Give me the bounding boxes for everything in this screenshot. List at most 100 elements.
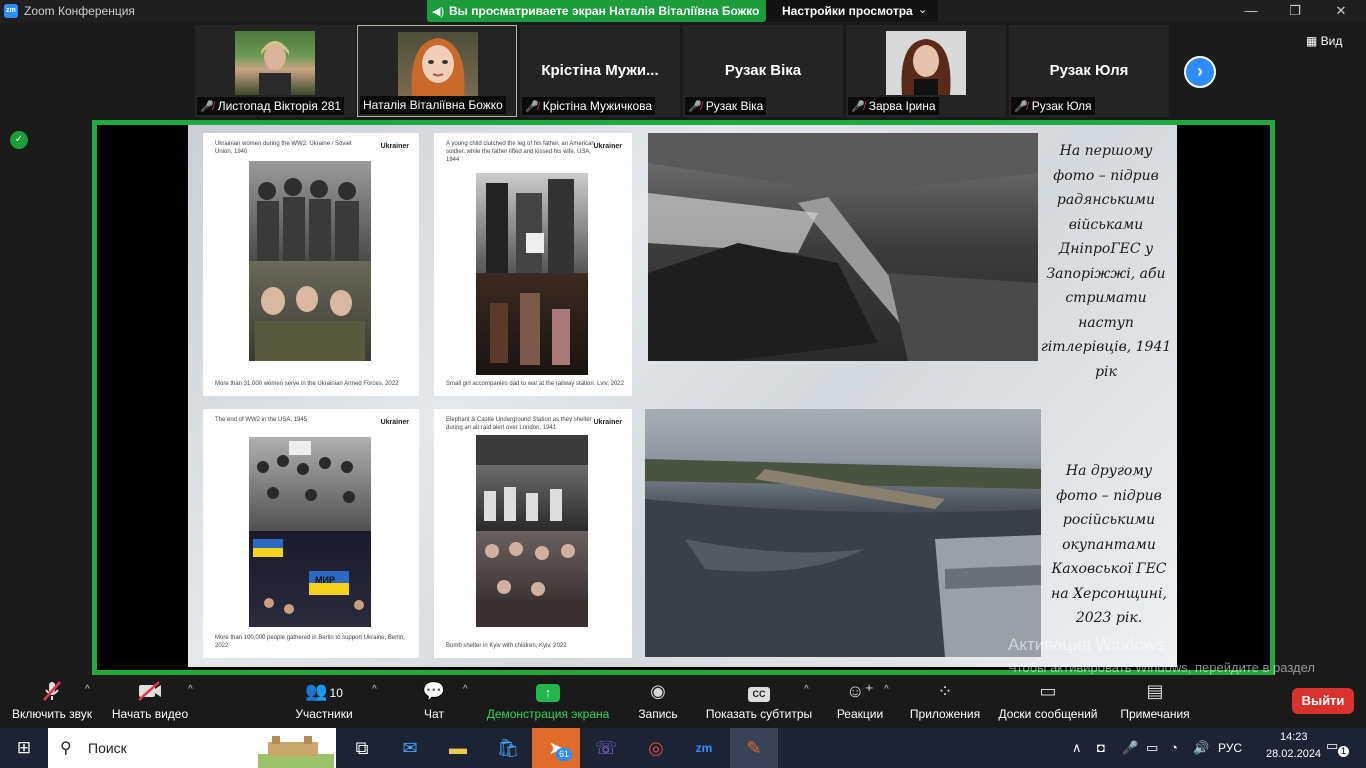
minimize-button[interactable]: — <box>1228 0 1274 23</box>
reactions-button[interactable]: ☺⁺ Реакции <box>834 680 886 721</box>
mic-muted-icon: 🎤̸ <box>200 101 214 113</box>
clock-date[interactable]: 28.02.2024 <box>1266 748 1321 760</box>
telegram-badge: 61 <box>556 748 573 761</box>
participants-button[interactable]: 👥 10 Участники <box>290 680 358 721</box>
card-brand: Ukrainer <box>380 143 409 150</box>
participant-tile[interactable]: 🎤̸ Листопад Вікторія 281 <box>195 25 355 117</box>
apps-grid-icon: ⁘ <box>937 681 953 701</box>
participant-video <box>886 31 966 95</box>
audio-options-caret-icon[interactable]: ^ <box>85 684 90 695</box>
chat-caret-icon[interactable]: ^ <box>463 684 468 695</box>
card-caption: Ukrainian women during the WW2, Ukraine … <box>215 141 352 155</box>
participant-display-name: Крістіна Мужи... <box>541 62 659 79</box>
captions-caret-icon[interactable]: ^ <box>804 684 809 695</box>
view-button[interactable]: ▦ Вид <box>1306 34 1342 48</box>
participants-caret-icon[interactable]: ^ <box>372 684 377 695</box>
whiteboards-button[interactable]: ▭ Доски сообщений <box>994 680 1102 721</box>
participant-nametag: 🎤̸ Рузак Юля <box>1011 97 1095 115</box>
restore-button[interactable]: ❐ <box>1272 0 1318 23</box>
wifi-icon[interactable]: ◔ <box>1170 740 1178 755</box>
dnipro-dam-photo-1941 <box>648 133 1038 361</box>
mic-muted-icon: 🎤̸ <box>525 101 539 113</box>
grid-icon: ▦ <box>1306 34 1321 48</box>
poster-text: МИР <box>315 575 335 585</box>
language-indicator[interactable]: РУС <box>1218 741 1242 755</box>
historic-photo <box>476 173 588 273</box>
presentation-slide: Ukrainian women during the WW2, Ukraine … <box>188 125 1177 667</box>
active-app-icon[interactable]: ✎ <box>730 728 778 768</box>
participants-icon: 👥 10 <box>305 681 343 701</box>
next-page-arrow-icon[interactable]: › <box>1184 56 1216 88</box>
card-caption: Elephant & Castle Underground Station as… <box>446 417 592 431</box>
unmute-button[interactable]: Включить звук <box>8 680 96 721</box>
card-brand: Ukrainer <box>380 419 409 426</box>
share-screen-icon: ↑ <box>484 680 612 702</box>
reactions-caret-icon[interactable]: ^ <box>884 684 889 695</box>
task-view-icon[interactable]: ⧉ <box>338 728 386 768</box>
card-caption: A young child clutched the leg of his fa… <box>446 141 595 163</box>
mail-icon[interactable]: ✉ <box>386 728 434 768</box>
modern-photo <box>476 273 588 375</box>
microsoft-store-icon[interactable]: 🛍 <box>484 728 532 768</box>
participant-nametag: 🎤̸ Листопад Вікторія 281 <box>197 97 345 115</box>
telegram-icon[interactable]: ➤ 61 <box>532 728 580 768</box>
notes-button[interactable]: ▤ Примечания <box>1118 680 1192 721</box>
whiteboard-icon: ▭ <box>1039 681 1057 701</box>
apps-button[interactable]: ⁘ Приложения <box>906 680 984 721</box>
viber-icon[interactable]: ☏ <box>582 728 630 768</box>
participant-nametag: 🎤̸ Крістіна Мужичкова <box>522 97 656 115</box>
start-video-button[interactable]: Начать видео <box>108 680 192 721</box>
volume-icon[interactable]: 🔊 <box>1193 740 1209 756</box>
close-button[interactable]: ✕ <box>1318 0 1364 23</box>
video-options-caret-icon[interactable]: ^ <box>188 684 193 695</box>
captions-button[interactable]: CC Показать субтитры <box>704 680 814 721</box>
clock-time[interactable]: 14:23 <box>1280 731 1308 743</box>
mic-muted-icon: 🎤̸ <box>688 101 702 113</box>
participant-tile[interactable]: Рузак Віка 🎤̸ Рузак Віка <box>683 25 843 117</box>
share-screen-button[interactable]: ↑ Демонстрация экрана <box>484 680 612 721</box>
chat-button[interactable]: 💬 Чат <box>416 680 452 721</box>
battery-icon[interactable]: ▭ <box>1146 740 1158 756</box>
leave-meeting-button[interactable]: Выйти <box>1292 688 1354 714</box>
kakhovka-dam-photo-2023 <box>645 409 1041 657</box>
participant-tile-active[interactable]: Наталія Віталіївна Божко <box>357 25 517 117</box>
card-footer: More than 31,000 women serve in the Ukra… <box>215 381 399 387</box>
mic-tray-icon[interactable]: 🎤 <box>1122 740 1138 756</box>
search-placeholder: Поиск <box>88 740 127 756</box>
share-banner-text: Вы просматриваете экран Наталія Віталіїв… <box>449 4 760 18</box>
record-button[interactable]: ◉ Запись <box>636 680 680 721</box>
encryption-shield-icon[interactable]: ✓ <box>10 131 28 149</box>
zoom-taskbar-icon[interactable]: zm <box>680 728 728 768</box>
historic-photo <box>249 437 371 531</box>
participant-tile[interactable]: Рузак Юля 🎤̸ Рузак Юля <box>1009 25 1169 117</box>
file-explorer-icon[interactable]: ▬ <box>434 728 482 768</box>
windows-start-icon[interactable]: ⊞ <box>0 728 48 768</box>
taskbar-search[interactable]: ⚲ Поиск <box>48 728 336 768</box>
participant-display-name: Рузак Юля <box>1049 62 1129 79</box>
chat-icon: 💬 <box>422 681 446 701</box>
participant-avatar-icon <box>259 41 291 95</box>
participant-nametag: 🎤̸ Рузак Віка <box>685 97 767 115</box>
mic-muted-icon: 🎤̸ <box>851 101 865 113</box>
camera-tray-icon[interactable]: ◘ <box>1097 740 1105 755</box>
notifications-icon[interactable]: ▭ 1 <box>1326 738 1350 757</box>
participant-tile[interactable]: 🎤̸ Зарва Ірина <box>846 25 1006 117</box>
historic-photo <box>476 435 588 531</box>
notifications-badge: 1 <box>1338 746 1350 757</box>
card-brand: Ukrainer <box>593 419 622 426</box>
mic-muted-icon <box>8 680 96 702</box>
view-settings-button[interactable]: Настройки просмотра ⌄ <box>766 0 938 22</box>
participant-tile[interactable]: Крістіна Мужи... 🎤̸ Крістіна Мужичкова <box>520 25 680 117</box>
participant-video <box>235 31 315 95</box>
search-icon: ⚲ <box>60 740 72 757</box>
slide-text-first-photo: На першому фото – підрив радянськими вій… <box>1040 143 1172 380</box>
chrome-icon[interactable]: ◎ <box>632 728 680 768</box>
slide-text-second-photo: На другому фото – підрив російськими оку… <box>1051 463 1167 626</box>
participant-avatar-icon <box>901 39 951 95</box>
mic-muted-icon: 🎤̸ <box>1014 101 1028 113</box>
participant-avatar-icon <box>411 38 465 96</box>
photo-card: A young child clutched the leg of his fa… <box>434 133 632 396</box>
tray-expand-icon[interactable]: ∧ <box>1072 740 1082 756</box>
photo-card: Elephant & Castle Underground Station as… <box>434 409 632 658</box>
record-icon: ◉ <box>650 681 666 701</box>
